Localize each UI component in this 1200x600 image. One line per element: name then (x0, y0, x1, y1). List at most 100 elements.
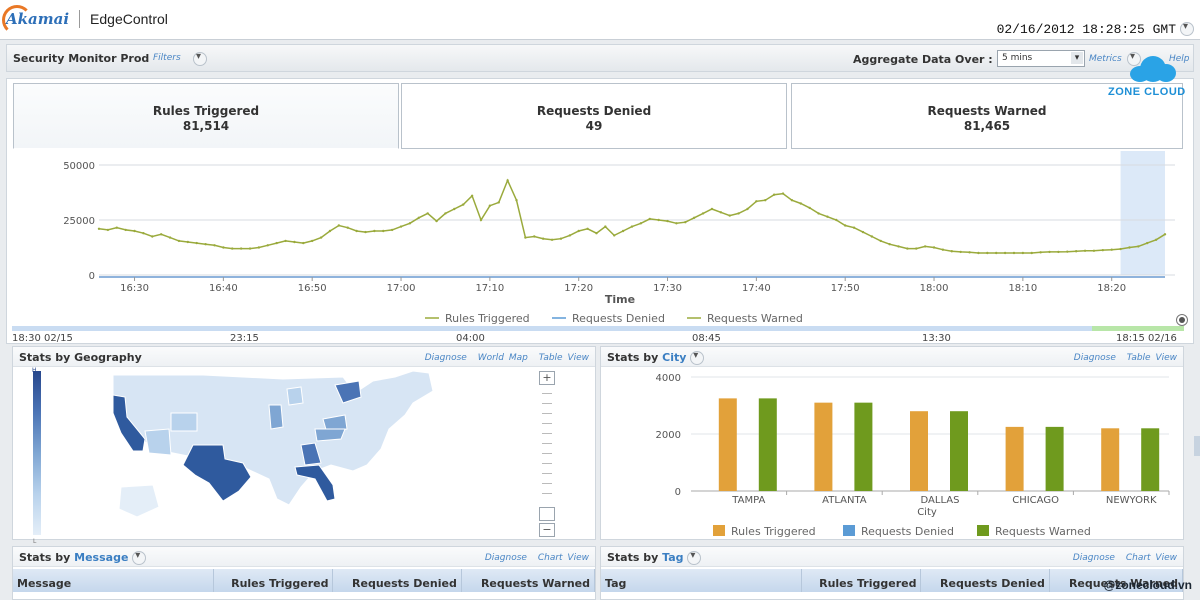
diagnose-link[interactable]: Diagnose (1074, 353, 1116, 363)
city-bar-chart[interactable]: 0 2000 4000 TAMPA ATLANTA DALLAS CHICAGO NEWYOR… (601, 367, 1181, 539)
line-point (995, 251, 998, 255)
chart-view-link[interactable]: Chart View (538, 553, 589, 563)
line-point (515, 199, 518, 202)
line-point (133, 229, 136, 233)
line-point (266, 244, 269, 247)
range-selection[interactable] (1092, 326, 1184, 331)
panel-title-field[interactable]: City (662, 351, 686, 364)
field-dropdown-button[interactable] (687, 550, 702, 565)
line-point (1021, 251, 1025, 255)
tag-table: Tag Rules Triggered Requests Denied Requ… (601, 569, 1184, 592)
line-point (781, 192, 785, 195)
x-tick-label: 18:00 (920, 283, 949, 294)
diagnose-link[interactable]: Diagnose (1073, 553, 1115, 563)
column-header[interactable]: Rules Triggered (213, 569, 334, 592)
line-point (1092, 249, 1096, 252)
bar-requests-warned (854, 402, 873, 491)
overview-label: 23:15 (230, 333, 259, 344)
column-header[interactable]: Requests Denied (920, 569, 1050, 592)
map-region-arizona (144, 428, 172, 456)
x-tick-label: NEWYORK (1106, 495, 1157, 506)
filters-dropdown-button[interactable] (193, 51, 207, 66)
time-range-overview[interactable]: 18:30 02/15 23:15 04:00 08:45 13:30 18:1… (6, 314, 1194, 344)
bar-requests-warned (950, 411, 968, 491)
line-point (248, 247, 252, 250)
x-tick-label: 17:30 (653, 283, 682, 294)
table-view-link[interactable]: Table View (1127, 353, 1177, 363)
timeline-line-chart[interactable]: 0 25000 50000 16:30 16:40 16:50 17:00 17:10 17:2… (7, 151, 1193, 331)
tab-value: 81,514 (182, 119, 230, 133)
line-point (559, 237, 563, 240)
message-table: Message Rules Triggered Requests Denied … (13, 569, 596, 592)
line-point (790, 199, 794, 202)
zoom-reset-icon[interactable] (1176, 314, 1188, 326)
line-point (222, 246, 225, 249)
tab-requests-denied[interactable]: Requests Denied 49 (401, 83, 787, 149)
panel-title: Stats by City (607, 350, 705, 365)
column-header[interactable]: Rules Triggered (801, 569, 922, 592)
tab-rules-triggered[interactable]: Rules Triggered 81,514 (13, 83, 399, 149)
line-point (861, 230, 865, 234)
line-point (657, 218, 660, 222)
zoom-out-icon[interactable]: − (539, 523, 555, 537)
line-point (879, 239, 882, 243)
line-point (346, 226, 349, 229)
field-dropdown-button[interactable] (132, 550, 147, 565)
aggregate-select[interactable]: 5 mins (997, 50, 1085, 67)
line-point (977, 251, 980, 255)
line-point (550, 238, 554, 241)
line-point (1030, 251, 1033, 255)
line-point (231, 247, 234, 250)
zoom-tick (542, 483, 552, 484)
y-tick-label: 25000 (63, 216, 95, 227)
line-point (364, 230, 367, 234)
line-point (897, 245, 900, 248)
diagnose-link[interactable]: Diagnose (425, 353, 467, 363)
filters-link[interactable]: Filters (153, 53, 181, 63)
legend-label: Requests Denied (861, 525, 954, 538)
line-point (337, 224, 341, 227)
legend-swatch (713, 525, 725, 536)
chart-view-link[interactable]: Chart View (1126, 553, 1177, 563)
side-panel-toggle[interactable] (1194, 436, 1200, 456)
panel-title-field[interactable]: Tag (662, 551, 683, 564)
y-tick-label: 50000 (63, 161, 95, 172)
usa-heat-map[interactable] (83, 367, 523, 537)
line-point (950, 250, 953, 253)
column-header[interactable]: Requests Warned (461, 569, 596, 592)
line-point (275, 241, 278, 245)
legend-low: L (33, 538, 37, 545)
column-header[interactable]: Requests Denied (332, 569, 462, 592)
panel-title-field[interactable]: Message (74, 551, 128, 564)
x-tick-label: 17:40 (742, 283, 771, 294)
tag-panel: Stats by Tag Diagnose Chart View Tag Rul… (600, 546, 1184, 600)
line-point (1039, 251, 1042, 254)
zoom-handle[interactable] (539, 507, 555, 521)
panel-title: Stats by Message (19, 550, 147, 565)
column-header[interactable]: Message (13, 569, 214, 592)
table-view-link[interactable]: Table View (539, 353, 589, 363)
zoom-tick (542, 493, 552, 494)
diagnose-link[interactable]: Diagnose (485, 553, 527, 563)
watermark-handle: @zonecloud.vn (1103, 578, 1192, 592)
clock-dropdown-button[interactable] (1180, 21, 1194, 36)
akamai-logo: Akamai EdgeControl (1, 5, 168, 35)
geography-panel: Stats by Geography Diagnose World Map Ta… (12, 346, 596, 545)
zoom-tick (542, 433, 552, 434)
zoom-tick (542, 463, 552, 464)
zoom-tick (542, 453, 552, 454)
panel-header: Stats by Tag Diagnose Chart View (601, 547, 1183, 567)
line-point (968, 251, 971, 254)
y-tick-label: 0 (89, 271, 95, 282)
world-map-link[interactable]: World Map (478, 353, 528, 363)
line-point (186, 240, 190, 244)
map-zoom-control[interactable]: + − (539, 371, 557, 537)
field-dropdown-button[interactable] (690, 350, 705, 365)
line-point (168, 236, 172, 239)
legend-label: Rules Triggered (731, 525, 816, 538)
zoom-in-icon[interactable]: + (539, 371, 555, 385)
column-header[interactable]: Tag (601, 569, 802, 592)
range-track[interactable] (12, 326, 1184, 331)
line-point (444, 212, 447, 215)
panel-links: Diagnose Chart View (479, 553, 589, 563)
